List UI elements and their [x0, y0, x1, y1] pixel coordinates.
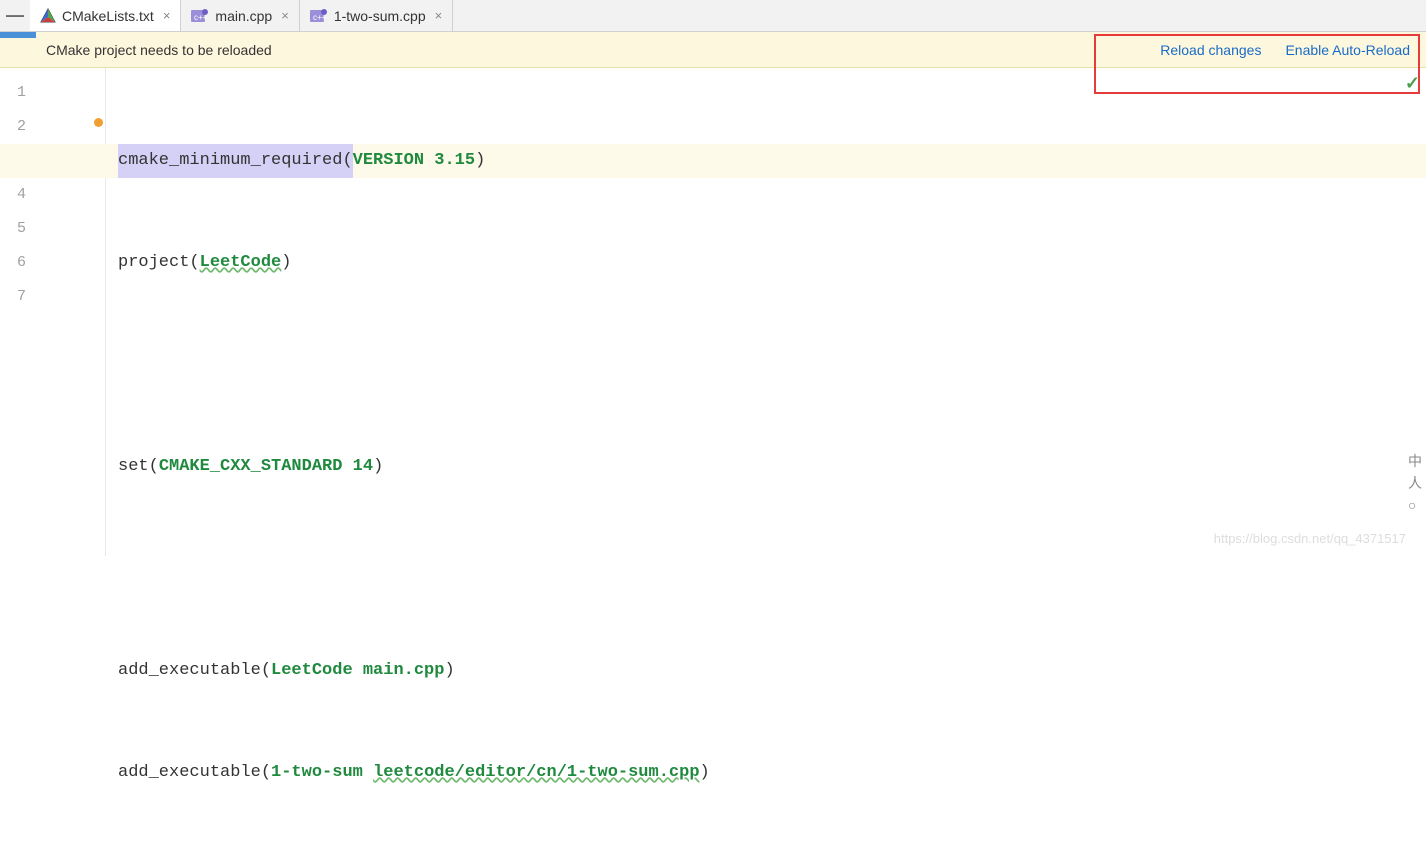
- line-number: 6: [0, 246, 26, 280]
- code-line[interactable]: [118, 552, 1426, 586]
- reload-changes-link[interactable]: Reload changes: [1160, 42, 1261, 58]
- tab-bar: — CMakeLists.txt × c++ main.cpp × c++ 1-…: [0, 0, 1426, 32]
- line-number-gutter: 1 2 3 4 5 6 7: [0, 68, 36, 556]
- right-panel-glyphs: 中人○: [1408, 450, 1422, 516]
- reload-banner: CMake project needs to be reloaded Reloa…: [0, 32, 1426, 68]
- line-number: 1: [0, 76, 26, 110]
- code-line[interactable]: add_executable(LeetCode main.cpp): [118, 654, 1426, 688]
- editor-area: 1 2 3 4 5 6 7 cmake_minimum_required(VER…: [0, 68, 1426, 556]
- fold-gutter: [36, 68, 106, 556]
- line-number: 4: [0, 178, 26, 212]
- line-number: 7: [0, 280, 26, 314]
- watermark-text: https://blog.csdn.net/qq_4371517: [1214, 531, 1406, 546]
- code-line[interactable]: cmake_minimum_required(VERSION 3.15): [0, 144, 1426, 178]
- code-line[interactable]: set(CMAKE_CXX_STANDARD 14): [118, 450, 1426, 484]
- code-line[interactable]: [118, 348, 1426, 382]
- cpp-file-icon: c++: [191, 8, 209, 24]
- close-icon[interactable]: ×: [281, 8, 289, 23]
- minimize-icon[interactable]: —: [0, 0, 30, 31]
- close-icon[interactable]: ×: [435, 8, 443, 23]
- tab-cmakelists[interactable]: CMakeLists.txt ×: [30, 0, 181, 31]
- line-number: 5: [0, 212, 26, 246]
- tab-label: main.cpp: [215, 8, 272, 24]
- line-number: 2: [0, 110, 26, 144]
- code-line[interactable]: add_executable(1-two-sum leetcode/editor…: [118, 756, 1426, 790]
- banner-message: CMake project needs to be reloaded: [46, 42, 272, 58]
- banner-actions: Reload changes Enable Auto-Reload: [1160, 42, 1410, 58]
- cmake-file-icon: [40, 8, 56, 24]
- analysis-ok-icon[interactable]: ✓: [1405, 73, 1420, 94]
- blue-marker: [0, 32, 36, 38]
- enable-auto-reload-link[interactable]: Enable Auto-Reload: [1285, 42, 1410, 58]
- code-area[interactable]: cmake_minimum_required(VERSION 3.15) pro…: [106, 68, 1426, 556]
- code-line[interactable]: project(LeetCode): [118, 246, 1426, 280]
- tab-label: CMakeLists.txt: [62, 8, 154, 24]
- close-icon[interactable]: ×: [163, 8, 171, 23]
- warning-dot-icon[interactable]: [94, 118, 103, 127]
- tab-main-cpp[interactable]: c++ main.cpp ×: [181, 0, 299, 31]
- tab-label: 1-two-sum.cpp: [334, 8, 426, 24]
- tab-two-sum-cpp[interactable]: c++ 1-two-sum.cpp ×: [300, 0, 453, 31]
- cpp-file-icon: c++: [310, 8, 328, 24]
